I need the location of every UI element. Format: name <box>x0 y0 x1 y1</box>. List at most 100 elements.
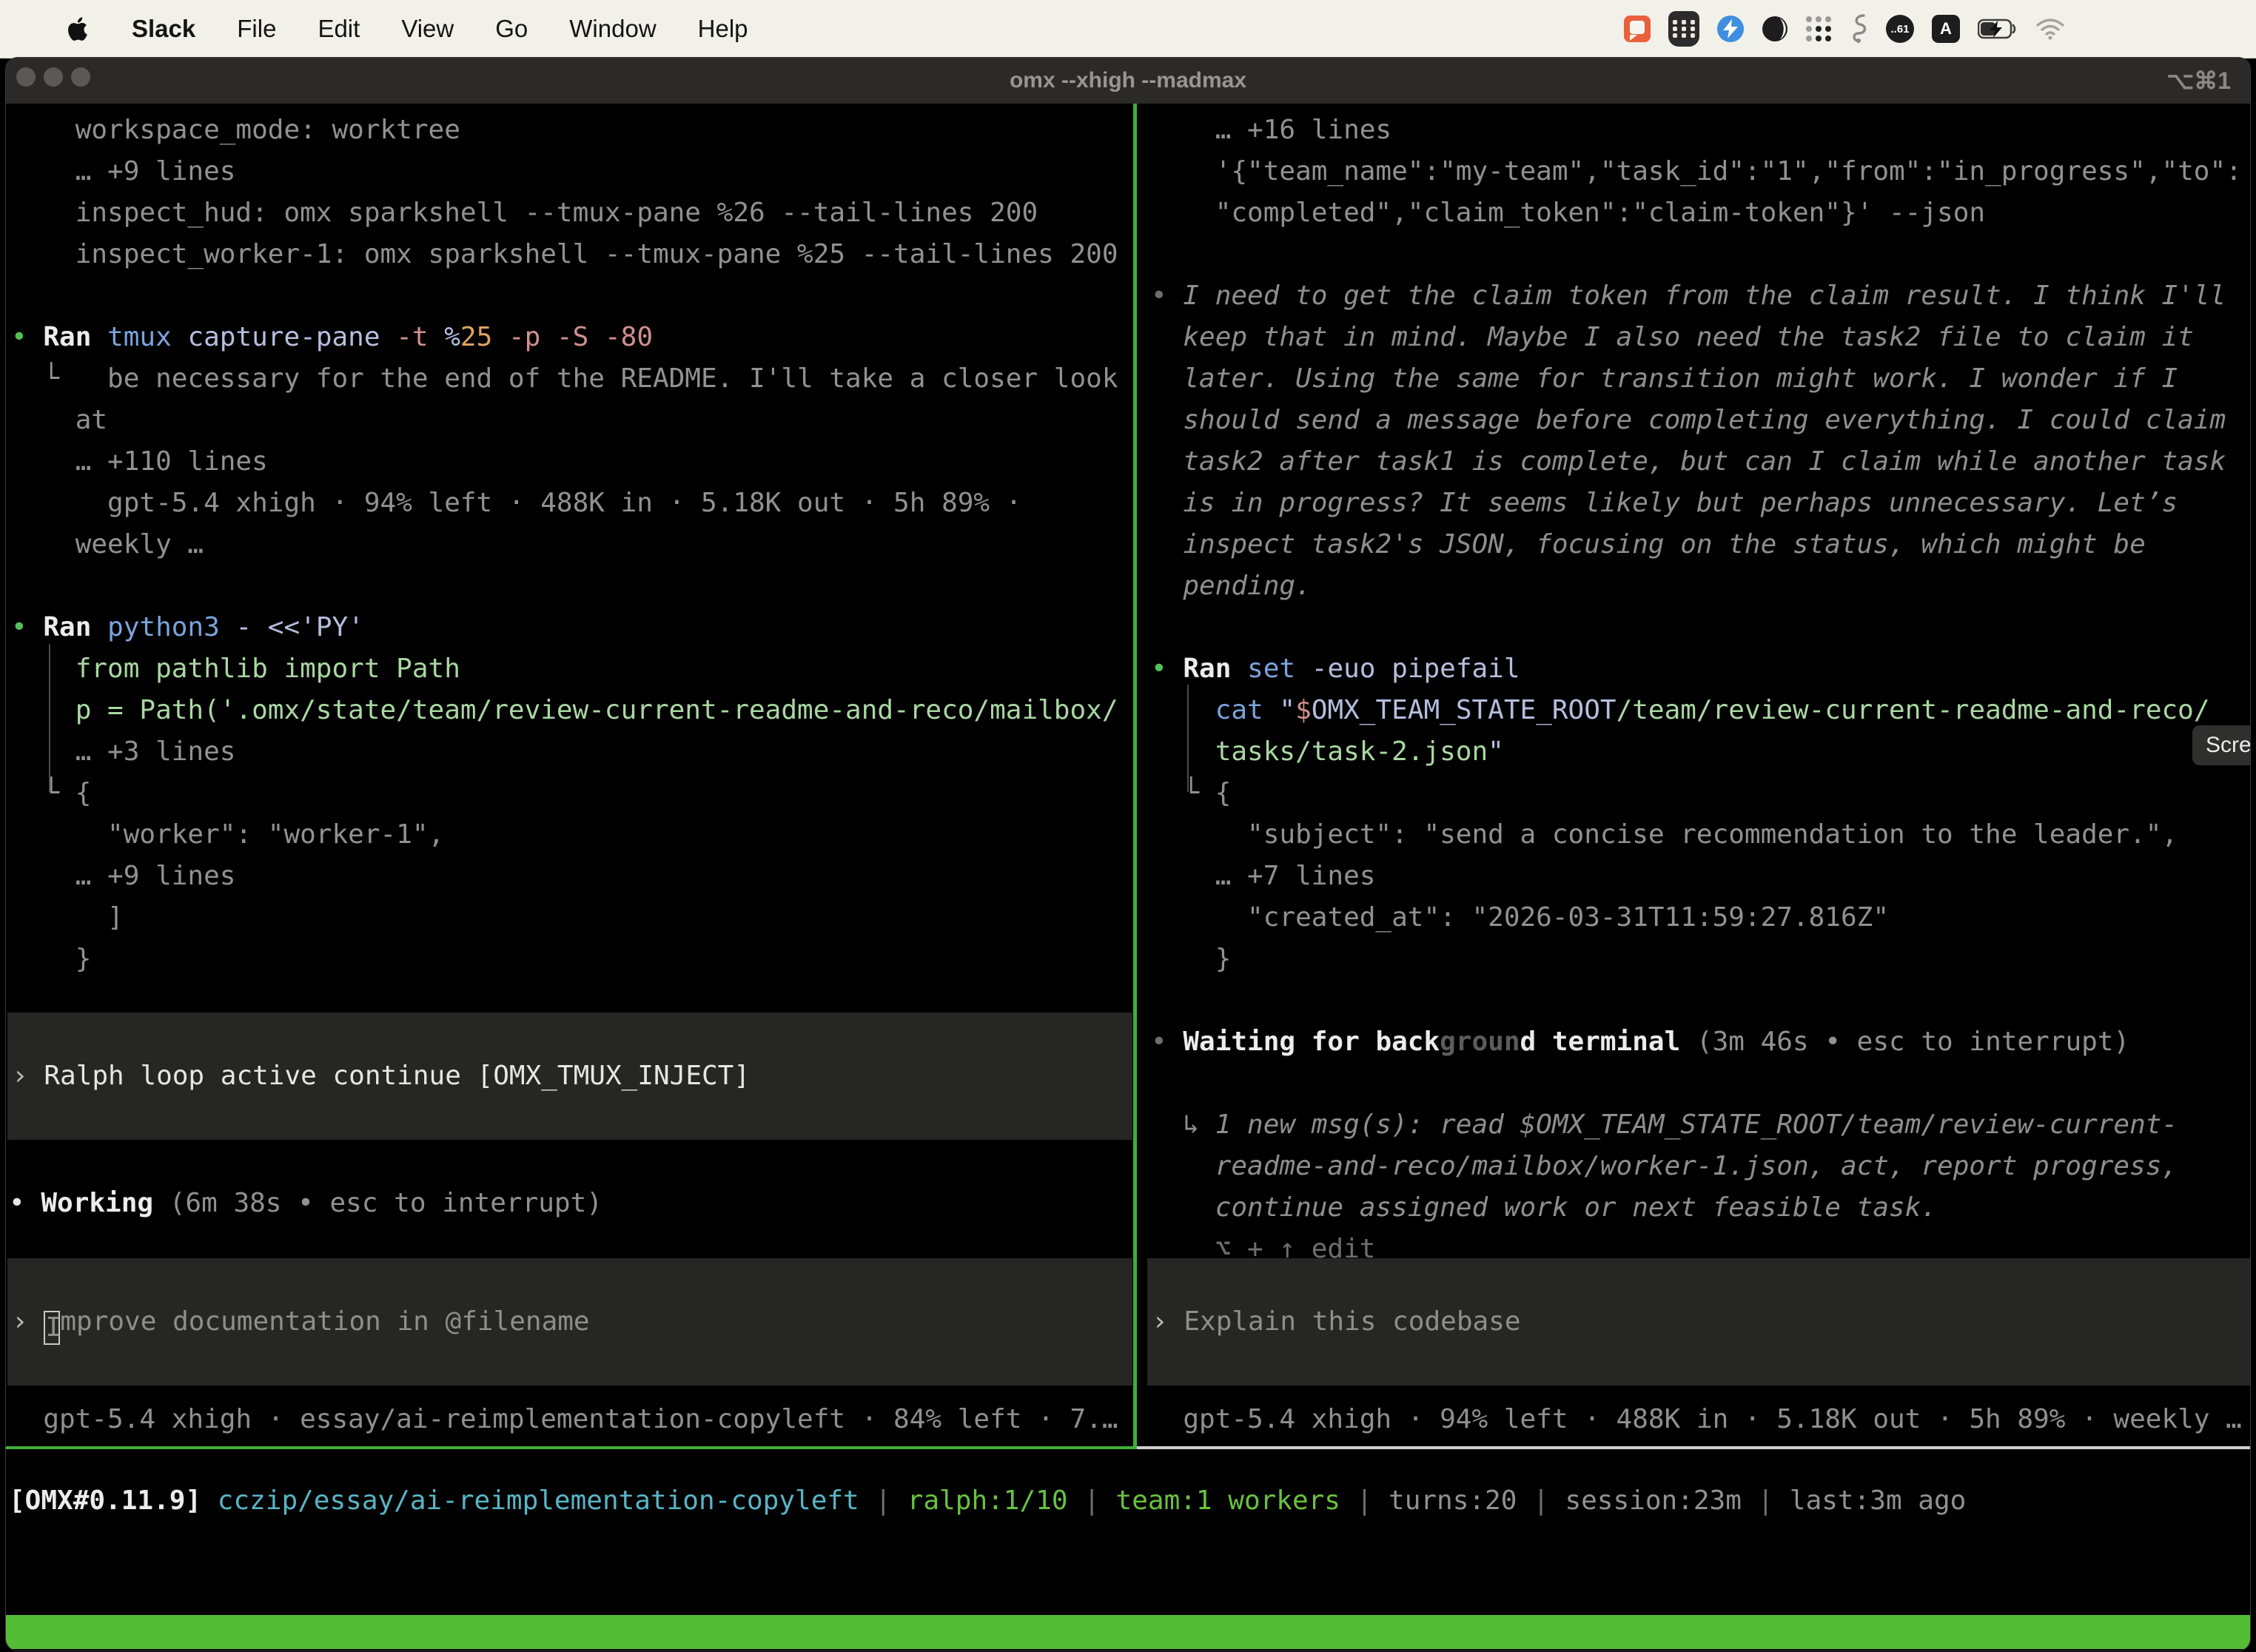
text-segment: ralph:1/10 <box>907 1485 1084 1516</box>
text-segment: % <box>444 322 460 352</box>
text-segment: set <box>1247 654 1312 684</box>
menu-view[interactable]: View <box>401 15 454 43</box>
terminal-line: … +3 lines <box>11 731 1133 773</box>
menu-edit[interactable]: Edit <box>318 15 360 43</box>
text-segment: weekly … <box>11 529 204 560</box>
terminal-line: '{"team_name":"my-team","task_id":"1","f… <box>1151 151 2250 192</box>
prompt-chevron-icon: › <box>12 1306 44 1337</box>
terminal-line: • Ran python3 - <<'PY' <box>11 607 1133 648</box>
right-prompt-input[interactable]: › Explain this codebase <box>1147 1258 2250 1386</box>
text-segment: at <box>11 405 107 435</box>
text-segment: "created_at": "2026-03-31T11:59:27.816Z" <box>1151 902 1889 933</box>
chat-app-icon[interactable] <box>1624 16 1651 42</box>
app-menu-slack[interactable]: Slack <box>132 15 195 43</box>
terminal-line: tasks/task-2.json" <box>1151 731 2250 773</box>
text-segment: workspace_mode: worktree <box>11 115 460 145</box>
tmux-status-bar: [omx-cczip0:bash* "MacBook-Pro-44.local"… <box>6 1615 2250 1649</box>
text-segment: (3m 46s • esc to interrupt) <box>1680 1027 2129 1057</box>
text-segment: " <box>1488 736 1504 767</box>
text-segment: "subject": "send a concise recommendatio… <box>1151 819 2178 850</box>
pane-divider[interactable] <box>1133 104 1137 1449</box>
terminal-line: • I need to get the claim token from the… <box>1151 275 2250 317</box>
terminal-line: task2 after task1 is complete, but can I… <box>1151 441 2250 483</box>
text-segment: python3 <box>107 612 235 642</box>
pie-app-icon[interactable] <box>1762 16 1788 42</box>
text-segment: - <<'PY' <box>235 612 363 642</box>
text-segment: pending. <box>1151 571 1312 601</box>
terminal-line: "created_at": "2026-03-31T11:59:27.816Z" <box>1151 897 2250 939</box>
text-segment: I need to get the claim token from the c… <box>1183 281 2226 311</box>
terminal-line <box>1151 1063 2250 1104</box>
terminal-line: "worker": "worker-1", <box>11 814 1133 856</box>
apple-menu-icon[interactable] <box>68 16 90 42</box>
text-segment: keep that in mind. Maybe I also need the… <box>1151 322 2194 352</box>
text-segment: └ { <box>1151 778 1231 808</box>
indent-guide <box>49 644 50 792</box>
terminal-line: … +16 lines <box>1151 110 2250 151</box>
text-segment: readme-and-reco/mailbox/worker-1.json, a… <box>1151 1151 2178 1181</box>
terminal-line: └ be necessary for the end of the README… <box>11 358 1133 400</box>
terminal-line <box>1151 980 2250 1021</box>
menu-help[interactable]: Help <box>698 15 748 43</box>
pane-border-inactive <box>1137 1446 2250 1449</box>
input-source-icon[interactable]: A <box>1932 15 1960 43</box>
menu-file[interactable]: File <box>237 15 276 43</box>
terminal-content: workspace_mode: worktree … +9 lines insp… <box>6 104 2250 1651</box>
text-segment: (6m 38s • esc to interrupt) <box>169 1188 602 1218</box>
hook-utility-icon[interactable] <box>1849 14 1868 44</box>
left-pane[interactable]: workspace_mode: worktree … +9 lines insp… <box>11 110 1133 980</box>
terminal-line: readme-and-reco/mailbox/worker-1.json, a… <box>1151 1146 2250 1187</box>
terminal-line: • Ran set -euo pipefail <box>1151 648 2250 690</box>
menu-window[interactable]: Window <box>569 15 656 43</box>
terminal-line: "subject": "send a concise recommendatio… <box>1151 814 2250 856</box>
text-segment: | <box>1084 1485 1115 1516</box>
terminal-line: workspace_mode: worktree <box>11 110 1133 151</box>
left-prompt-input[interactable]: › Improve documentation in @filename <box>7 1258 1132 1386</box>
text-segment: cat <box>1151 695 1279 725</box>
text-segment: • <box>1151 1027 1183 1057</box>
terminal-line: at <box>11 400 1133 441</box>
terminal-line: cat "$OMX_TEAM_STATE_ROOT/team/review-cu… <box>1151 690 2250 731</box>
battery-icon[interactable] <box>1978 19 2018 39</box>
text-segment: later. Using the same for transition mig… <box>1151 363 2178 394</box>
text-segment: d terminal <box>1520 1027 1681 1057</box>
terminal-line: … +7 lines <box>1151 856 2250 897</box>
text-segment: | <box>875 1485 907 1516</box>
text-segment: … +16 lines <box>1151 115 1391 145</box>
terminal-line: later. Using the same for transition mig… <box>1151 358 2250 400</box>
terminal-line: inspect task2's JSON, focusing on the st… <box>1151 524 2250 565</box>
window-shortcut-hint: ⌥⌘1 <box>2166 58 2231 104</box>
window-titlebar[interactable]: omx --xhigh --madmax ⌥⌘1 <box>6 58 2250 104</box>
terminal-line: } <box>11 939 1133 980</box>
text-segment: groun <box>1440 1027 1520 1057</box>
text-segment: Ran <box>1183 654 1247 684</box>
text-segment: task2 after task1 is complete, but can I… <box>1151 446 2226 477</box>
text-segment: tasks/task-2.json <box>1151 736 1488 767</box>
terminal-line: inspect_worker-1: omx sparkshell --tmux-… <box>11 234 1133 275</box>
text-segment: team:1 workers <box>1116 1485 1357 1516</box>
terminal-line: is in progress? It seems likely but perh… <box>1151 483 2250 524</box>
wifi-icon[interactable] <box>2035 18 2065 40</box>
password-grid-icon[interactable] <box>1668 11 1699 47</box>
text-segment: [OMX#0.11.9] <box>9 1485 218 1516</box>
text-cursor: I <box>44 1311 60 1345</box>
menu-go[interactable]: Go <box>495 15 528 43</box>
text-segment: • <box>9 1188 41 1218</box>
terminal-line: └ { <box>1151 773 2250 814</box>
bolt-app-icon[interactable] <box>1717 16 1744 42</box>
dots-grid-icon[interactable] <box>1806 16 1831 41</box>
text-segment: capture-pane <box>187 322 396 352</box>
text-segment: is in progress? It seems likely but perh… <box>1151 488 2178 518</box>
right-pane[interactable]: … +16 lines '{"team_name":"my-team","tas… <box>1151 110 2250 1270</box>
text-segment: … +110 lines <box>11 446 268 477</box>
terminal-line: • Ran tmux capture-pane -t %25 -p -S -80 <box>11 317 1133 358</box>
text-segment: p = Path('.omx/state/team/review-current… <box>11 695 1118 725</box>
usage-badge-icon[interactable]: ..61 <box>1886 15 1914 43</box>
terminal-line: p = Path('.omx/state/team/review-current… <box>11 690 1133 731</box>
text-segment: /team/review-current-readme-and-reco/ <box>1617 695 2210 725</box>
terminal-line: "completed","claim_token":"claim-token"}… <box>1151 192 2250 234</box>
terminal-line <box>1151 607 2250 648</box>
terminal-line: • Waiting for background terminal (3m 46… <box>1151 1021 2250 1063</box>
text-segment: -t <box>396 322 444 352</box>
text-segment: inspect task2's JSON, focusing on the st… <box>1151 529 2146 560</box>
